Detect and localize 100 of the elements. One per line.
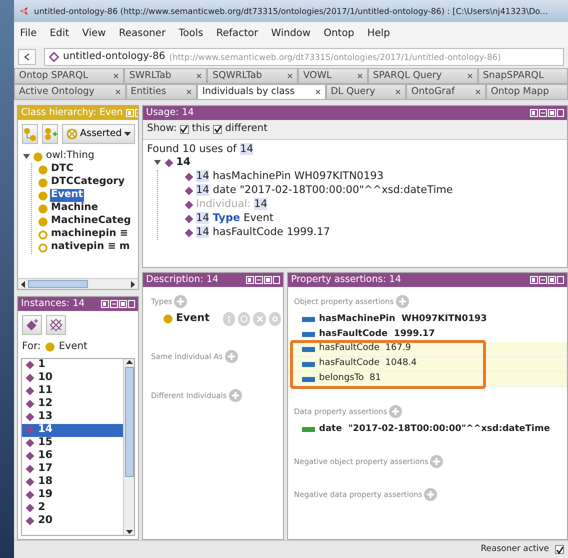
tab[interactable]: Entities (126, 84, 198, 100)
menu-item[interactable]: Ontop (324, 28, 354, 40)
checkbox[interactable] (555, 545, 564, 554)
individual-item[interactable]: 17 (22, 462, 123, 476)
tab[interactable]: Ontop SPARQL (14, 68, 124, 84)
back-button[interactable] (18, 49, 36, 65)
individual-icon (184, 172, 194, 182)
back-icon (24, 53, 30, 61)
tab[interactable]: SPARQL Query (368, 68, 478, 84)
collapse-icon[interactable] (153, 158, 162, 168)
view-controls-icon[interactable] (530, 108, 564, 118)
individual-item[interactable]: 16 (22, 450, 123, 462)
ring-icon (239, 314, 250, 324)
menu-item[interactable]: Refactor (216, 28, 258, 40)
usage-entry[interactable]: 14 hasMachinePin WH097KITN0193 (196, 170, 384, 184)
tab[interactable]: Individuals by class (197, 84, 326, 100)
add-sibling-button[interactable] (42, 124, 58, 144)
ontology-icon (49, 52, 59, 62)
tab[interactable]: Active Ontology (14, 84, 126, 100)
add-individual-button[interactable] (22, 315, 42, 335)
vertical-scrollbar[interactable] (123, 358, 134, 535)
menu-item[interactable]: View (82, 28, 106, 40)
delete-individual-icon (49, 318, 63, 332)
tab[interactable]: Ontop Mapp (486, 84, 568, 100)
caret-icon (124, 132, 131, 136)
property-assertion[interactable]: hasFaultCode 167.9 (288, 342, 567, 357)
found-text: Found 10 uses of 14 (147, 142, 254, 156)
tab[interactable]: VOWL (298, 68, 368, 84)
menu-item[interactable]: Tools (178, 28, 204, 40)
close-icon[interactable] (114, 89, 121, 95)
scroll-left-icon[interactable] (20, 280, 26, 288)
hierarchy-mode-dropdown[interactable]: Asserted (62, 124, 135, 144)
tree-item[interactable]: 14 (176, 156, 191, 170)
tab-label: Entities (130, 86, 166, 98)
menu-item[interactable]: Window (271, 28, 311, 40)
close-icon[interactable] (474, 89, 481, 95)
usage-entry[interactable]: 14 Type Event (196, 212, 274, 226)
view-controls-icon[interactable] (530, 276, 564, 284)
property-assertion[interactable]: date "2017-02-18T00:00:00"^^xsd:dateTime (288, 422, 567, 437)
ontology-address-field[interactable]: untitled-ontology-86 (http://www.semanticweb.org/dt73315/ontologies/2017/1/untitled-ontology-86) (44, 48, 564, 66)
tab[interactable]: OntoGraf (406, 84, 486, 100)
close-icon[interactable] (196, 73, 202, 79)
individual-item[interactable]: 14 (22, 424, 123, 436)
menu-item[interactable]: Help (367, 28, 390, 40)
tree-item[interactable]: DTC (50, 163, 74, 176)
tree-item[interactable]: Event (50, 189, 84, 202)
tree-item[interactable]: machinepin ≡ (50, 228, 130, 241)
individual-item[interactable]: 15 (22, 436, 123, 450)
tab[interactable]: SWRLTab (124, 68, 208, 84)
property-assertion[interactable]: hasMachinePin WH097KITN0193 (288, 312, 567, 327)
scroll-right-icon[interactable] (130, 280, 136, 288)
close-icon[interactable] (395, 89, 402, 95)
close-icon[interactable] (113, 73, 120, 79)
menu-item[interactable]: Reasoner (118, 28, 166, 40)
checkbox[interactable] (213, 124, 222, 134)
usage-entry[interactable]: 14 hasFaultCode 1999.17 (196, 226, 330, 240)
close-icon[interactable] (356, 73, 363, 79)
individual-item[interactable]: 1 (22, 358, 123, 372)
add-subclass-button[interactable] (22, 124, 38, 144)
individual-item[interactable]: 18 (22, 476, 123, 488)
horizontal-scrollbar[interactable] (18, 278, 138, 289)
app-icon (18, 5, 30, 17)
panel-title: Class hierarchy: Even (21, 107, 123, 119)
window-title: untitled-ontology-86 (http://www.semanticweb.org/dt73315/ontologies/2017/1/untitled-ontology-86) : [C:\Users\nj41323\Do... (34, 6, 548, 16)
menu-item[interactable]: File (20, 28, 37, 40)
tab-label: OntoGraf (411, 86, 455, 98)
tab[interactable]: SQWRLTab (207, 68, 298, 84)
individual-item[interactable]: 20 (22, 514, 123, 528)
property-assertion[interactable]: belongsTo 81 (288, 372, 567, 387)
delete-individual-button[interactable] (46, 315, 66, 335)
individual-item[interactable]: 19 (22, 488, 123, 502)
scroll-up-icon[interactable] (126, 358, 132, 364)
tree-item[interactable]: Machine (50, 202, 100, 215)
close-icon[interactable] (314, 89, 321, 95)
object-property-icon (302, 346, 315, 352)
individual-item[interactable]: 11 (22, 384, 123, 398)
property-assertion[interactable]: hasFaultCode 1999.17 (288, 327, 567, 342)
scroll-down-icon[interactable] (126, 529, 132, 535)
collapse-icon[interactable] (22, 152, 31, 161)
individual-item[interactable]: 2 (22, 502, 123, 514)
checkbox[interactable] (180, 124, 189, 134)
property-assertion[interactable]: hasFaultCode 1048.4 (288, 357, 567, 372)
view-controls-icon[interactable] (101, 300, 135, 308)
individual-item[interactable]: 10 (22, 372, 123, 384)
close-icon[interactable] (186, 89, 192, 95)
view-controls-icon[interactable] (246, 276, 280, 284)
tab[interactable]: SnapSPARQL (478, 68, 568, 84)
usage-entry[interactable]: 14 date "2017-02-18T00:00:00"^^xsd:dateTime (196, 184, 453, 198)
tree-item[interactable]: DTCCategory (50, 176, 126, 189)
individual-item[interactable]: 13 (22, 410, 123, 424)
close-icon[interactable] (287, 73, 294, 79)
close-icon[interactable] (466, 73, 473, 79)
menu-item[interactable]: Edit (50, 28, 70, 40)
tree-item[interactable]: nativepin ≡ m (50, 241, 131, 254)
checkbox-label: different (225, 123, 268, 136)
tree-item[interactable]: owl:Thing (45, 150, 96, 163)
individual-item[interactable]: 12 (22, 398, 123, 410)
tree-item[interactable]: MachineCateg (50, 215, 132, 228)
tab[interactable]: DL Query (326, 84, 406, 100)
usage-entry[interactable]: Individual: 14 (196, 198, 268, 212)
